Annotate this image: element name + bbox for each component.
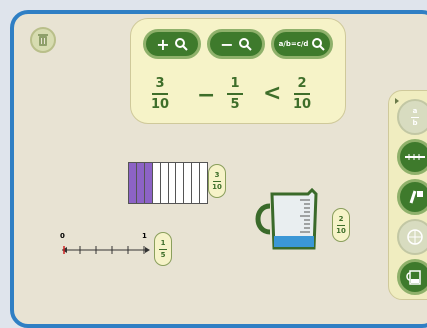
zoom-in-icon: [174, 38, 188, 51]
cup-tool-icon: [406, 270, 421, 285]
bar-segment: [153, 163, 161, 203]
bar-numerator: 3: [214, 170, 220, 179]
bar-model[interactable]: [128, 162, 208, 204]
zoom-in-button[interactable]: +: [143, 29, 201, 59]
fraction-right-numerator: 2: [297, 76, 307, 91]
bar-denominator: 10: [212, 182, 222, 191]
number-line-axis: [62, 246, 150, 254]
fraction-bar: [152, 93, 169, 95]
fraction-middle[interactable]: 1 5: [227, 77, 243, 111]
pie-tool-button[interactable]: [397, 179, 427, 215]
bar-segment: [129, 163, 137, 203]
cup-fraction: 2 10: [336, 214, 346, 235]
cup-denominator: 10: [336, 226, 346, 235]
fraction-left-denominator: 10: [151, 97, 170, 112]
bar-segment: [176, 163, 185, 203]
fraction-tool-numerator: a: [412, 106, 418, 115]
fraction-right[interactable]: 2 10: [293, 77, 311, 111]
zoom-out-label: −: [220, 34, 234, 54]
bar-model-fraction-label[interactable]: 3 10: [208, 164, 226, 198]
trash-icon: [38, 34, 48, 46]
circle-tool-button[interactable]: [397, 219, 427, 255]
bar-segment: [169, 163, 177, 203]
bar-fraction: 3 10: [212, 170, 222, 191]
fraction-middle-denominator: 5: [230, 97, 240, 112]
equivalent-fraction-button[interactable]: a/b=c/d: [271, 29, 333, 59]
number-line-end: 1: [142, 232, 147, 240]
fraction-bar: [159, 248, 167, 250]
bar-segment: [144, 163, 153, 203]
bar-segment: [136, 163, 145, 203]
fraction-middle-numerator: 1: [230, 76, 240, 91]
fraction-tool-icon: a b: [411, 106, 419, 127]
collapse-icon[interactable]: [393, 97, 401, 105]
trash-button[interactable]: [30, 27, 56, 53]
number-line-denominator: 5: [160, 250, 166, 259]
bar-segment: [192, 163, 201, 203]
zoom-out-button[interactable]: −: [207, 29, 265, 59]
cup-liquid: [274, 236, 314, 247]
circle-tool-icon: [407, 229, 423, 245]
bar-segment: [161, 163, 169, 203]
fraction-bar: [227, 93, 243, 95]
number-line-fraction-label[interactable]: 1 5: [154, 232, 172, 266]
number-line-start: 0: [60, 232, 65, 240]
fraction-tool-denominator: b: [412, 118, 418, 127]
fraction-bar: [213, 180, 221, 182]
zoom-in-label: +: [156, 34, 170, 54]
measuring-cup[interactable]: [250, 186, 336, 258]
tool-palette: a b: [388, 90, 427, 300]
fraction-bar: [411, 116, 419, 118]
cup-fraction-label[interactable]: 2 10: [332, 208, 350, 242]
fraction-comparison-panel: + − a/b=c/d 3 10 − 1 5 < 2 10: [130, 18, 346, 124]
less-than-operator: <: [263, 81, 282, 106]
cup-tool-button[interactable]: [397, 259, 427, 295]
number-line-numerator: 1: [160, 238, 166, 247]
fraction-right-denominator: 10: [293, 97, 312, 112]
number-line[interactable]: 0 1: [58, 232, 168, 262]
cup-numerator: 2: [338, 214, 344, 223]
number-line-fraction: 1 5: [159, 238, 167, 259]
fraction-left[interactable]: 3 10: [151, 77, 169, 111]
minus-operator: −: [197, 83, 216, 108]
number-line-tool-icon: [405, 154, 425, 160]
zoom-out-icon: [238, 38, 252, 51]
equivalent-fraction-label: a/b=c/d: [278, 40, 309, 48]
bar-segment: [184, 163, 193, 203]
bar-segment: [200, 163, 207, 203]
pie-tool-icon: [409, 190, 423, 204]
fraction-left-numerator: 3: [155, 76, 165, 91]
fraction-tool-button[interactable]: a b: [397, 99, 427, 135]
equivalent-fraction-icon: [312, 38, 326, 51]
number-line-tool-button[interactable]: [397, 139, 427, 175]
fraction-bar: [294, 93, 311, 95]
app-frame: + − a/b=c/d 3 10 − 1 5 < 2 10 3 10 2 10 …: [10, 10, 427, 328]
fraction-bar: [337, 224, 345, 226]
